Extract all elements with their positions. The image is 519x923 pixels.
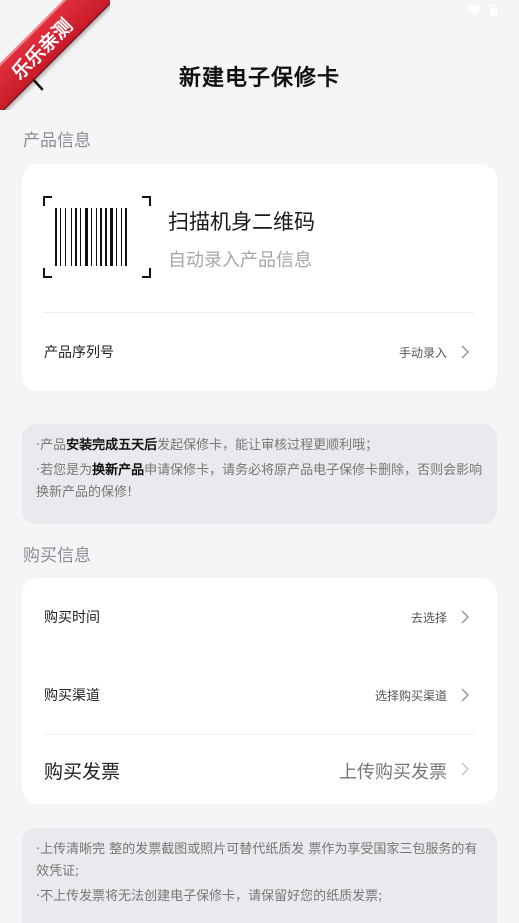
scan-subtitle: 自动录入产品信息 — [168, 250, 312, 271]
barcode-icon — [43, 196, 151, 278]
purchase-channel-select[interactable]: 选择购买渠道 — [375, 687, 447, 704]
purchase-time-row[interactable]: 购买时间 去选择 — [22, 578, 497, 656]
purchase-time-label: 购买时间 — [44, 610, 100, 626]
scan-title[interactable]: 扫描机身二维码 — [168, 206, 315, 236]
scan-qr-button[interactable] — [42, 196, 152, 278]
purchase-channel-label: 购买渠道 — [44, 688, 100, 704]
chevron-right-icon — [461, 688, 470, 702]
invoice-notice-line-1: ·上传清晰完 整的发票截图或照片可替代纸质发 票作为享受国家三包服务的有效凭证; — [36, 842, 478, 879]
ribbon-text: 乐乐亲测 — [0, 0, 110, 110]
purchase-time-select[interactable]: 去选择 — [411, 609, 447, 626]
chevron-right-icon — [461, 610, 470, 624]
product-section-label: 产品信息 — [23, 131, 91, 151]
purchase-card: 购买时间 去选择 购买渠道 选择购买渠道 购买发票 上传购买发票 — [22, 578, 497, 804]
purchase-section-label: 购买信息 — [23, 546, 91, 566]
corner-ribbon: 乐乐亲测 — [0, 0, 110, 110]
battery-icon — [490, 4, 497, 16]
wifi-icon — [468, 4, 482, 16]
chevron-right-icon — [461, 345, 470, 359]
notice-line-2: ·若您是为换新产品申请保修卡，请务必将原产品电子保修卡删除，否则会影响换新产品的… — [36, 463, 483, 500]
install-notice: ·产品安装完成五天后发起保修卡，能让审核过程更顺利哦； ·若您是为换新产品申请保… — [22, 424, 497, 524]
manual-entry-link[interactable]: 手动录入 — [399, 344, 447, 361]
product-card: 扫描机身二维码 自动录入产品信息 产品序列号 手动录入 — [22, 164, 497, 391]
invoice-notice: ·上传清晰完 整的发票截图或照片可替代纸质发 票作为享受国家三包服务的有效凭证;… — [22, 828, 497, 923]
invoice-notice-line-2: ·不上传发票将无法创建电子保修卡，请保留好您的纸质发票; — [36, 889, 383, 904]
chevron-right-icon — [461, 762, 470, 776]
purchase-invoice-label: 购买发票 — [44, 761, 121, 783]
serial-number-row[interactable]: 产品序列号 手动录入 — [22, 313, 497, 391]
serial-number-label: 产品序列号 — [44, 345, 114, 361]
purchase-invoice-row[interactable]: 购买发票 上传购买发票 — [22, 735, 497, 804]
purchase-channel-row[interactable]: 购买渠道 选择购买渠道 — [22, 656, 497, 734]
upload-invoice-button[interactable]: 上传购买发票 — [339, 758, 447, 784]
notice-line-1: ·产品安装完成五天后发起保修卡，能让审核过程更顺利哦； — [36, 438, 379, 453]
